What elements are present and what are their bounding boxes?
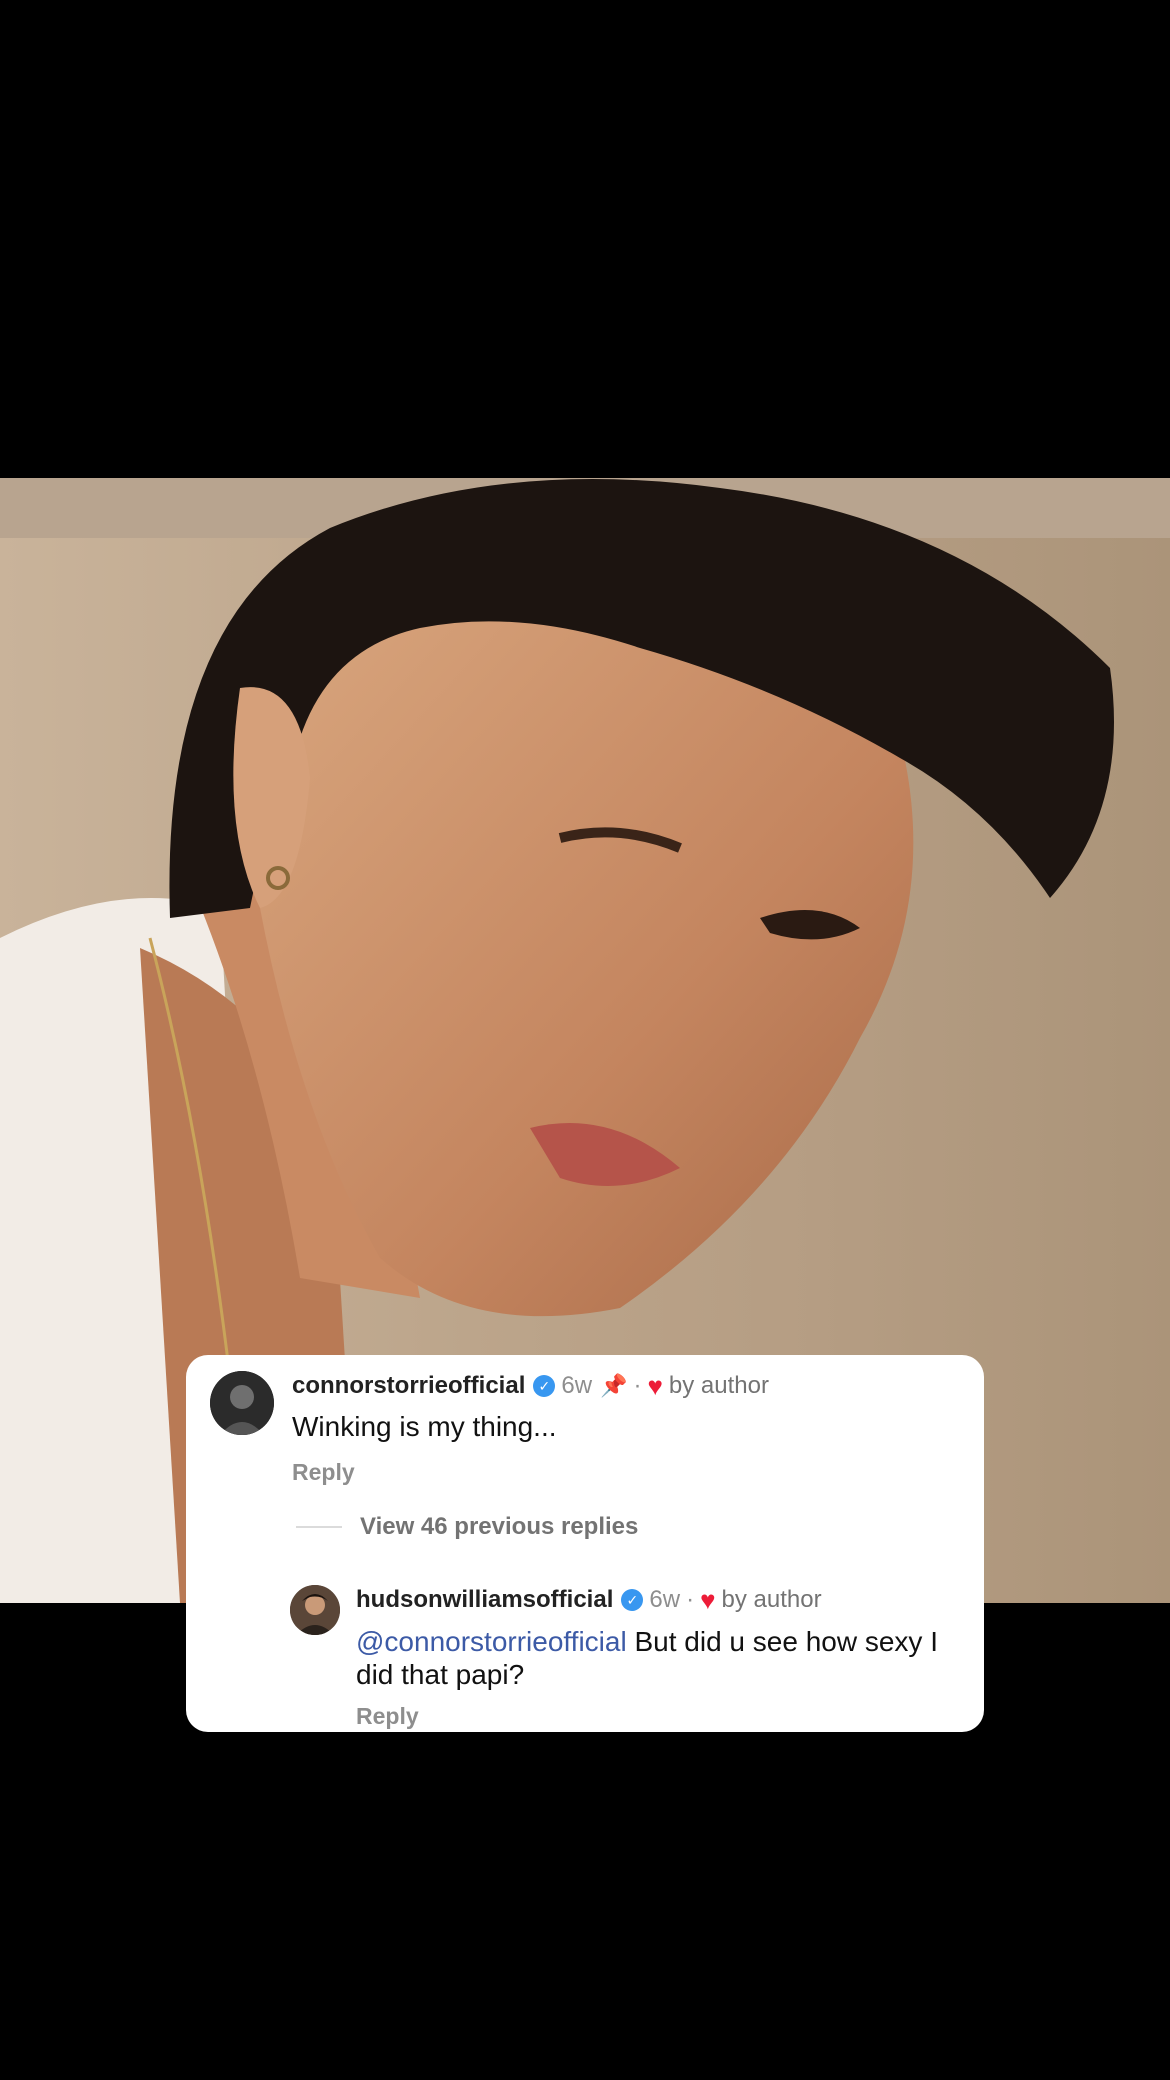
comment-time: 6w	[561, 1372, 593, 1399]
heart-icon: ♥	[647, 1371, 663, 1401]
reply-text: @connorstorrieofficial But did u see how…	[356, 1625, 956, 1691]
replier-avatar[interactable]	[290, 1585, 340, 1635]
comment-card: connorstorrieofficial ✓ 6w 📌 · ♥ by auth…	[186, 1355, 984, 1732]
view-previous-replies-label: View 46 previous replies	[360, 1513, 639, 1540]
mention-link[interactable]: @connorstorrieofficial	[356, 1626, 627, 1657]
reply-header: hudsonwilliamsofficial ✓ 6w · ♥ by autho…	[356, 1583, 822, 1617]
reply-button[interactable]: Reply	[356, 1703, 419, 1730]
replier-username[interactable]: hudsonwilliamsofficial	[356, 1586, 613, 1614]
commenter-username[interactable]: connorstorrieofficial	[292, 1372, 525, 1400]
reply-time: 6w	[649, 1586, 681, 1613]
comment-text: Winking is my thing...	[292, 1411, 557, 1442]
verified-badge-icon: ✓	[621, 1589, 644, 1611]
liked-by-author-label: by author	[721, 1586, 822, 1613]
view-previous-replies[interactable]: View 46 previous replies	[296, 1513, 638, 1541]
pin-icon: 📌	[600, 1373, 628, 1398]
verified-badge-icon: ✓	[533, 1375, 556, 1397]
comment-header: connorstorrieofficial ✓ 6w 📌 · ♥ by auth…	[292, 1369, 769, 1403]
separator-dot: ·	[686, 1586, 695, 1613]
divider-line	[296, 1526, 342, 1528]
separator-dot: ·	[633, 1372, 642, 1399]
reply-button[interactable]: Reply	[292, 1459, 355, 1486]
commenter-avatar[interactable]	[210, 1371, 274, 1435]
heart-icon: ♥	[700, 1585, 716, 1615]
liked-by-author-label: by author	[668, 1372, 769, 1399]
